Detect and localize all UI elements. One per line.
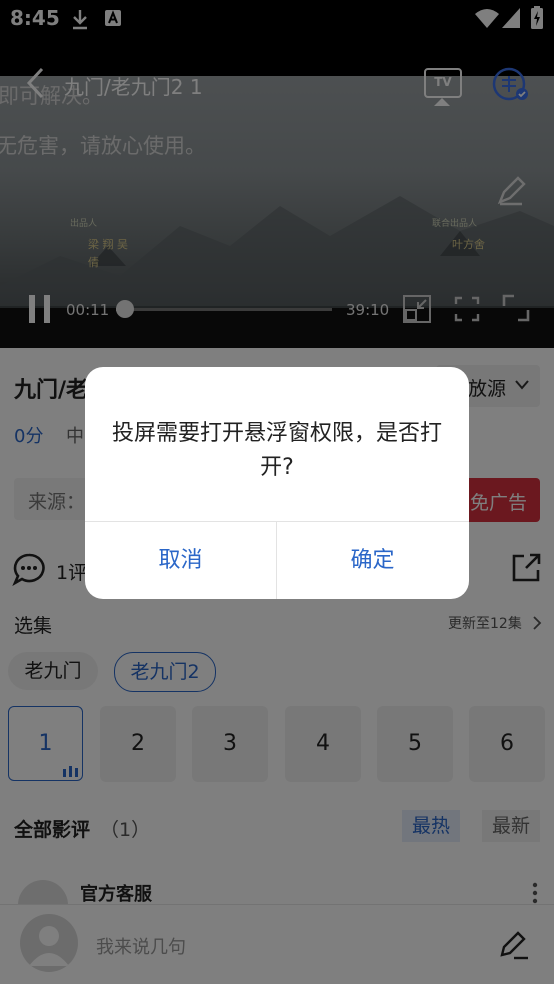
confirm-button[interactable]: 确定	[277, 522, 468, 599]
cancel-button[interactable]: 取消	[85, 522, 276, 599]
permission-dialog: 投屏需要打开悬浮窗权限，是否打开? 取消 确定	[85, 367, 469, 599]
dialog-message: 投屏需要打开悬浮窗权限，是否打开?	[111, 421, 442, 480]
